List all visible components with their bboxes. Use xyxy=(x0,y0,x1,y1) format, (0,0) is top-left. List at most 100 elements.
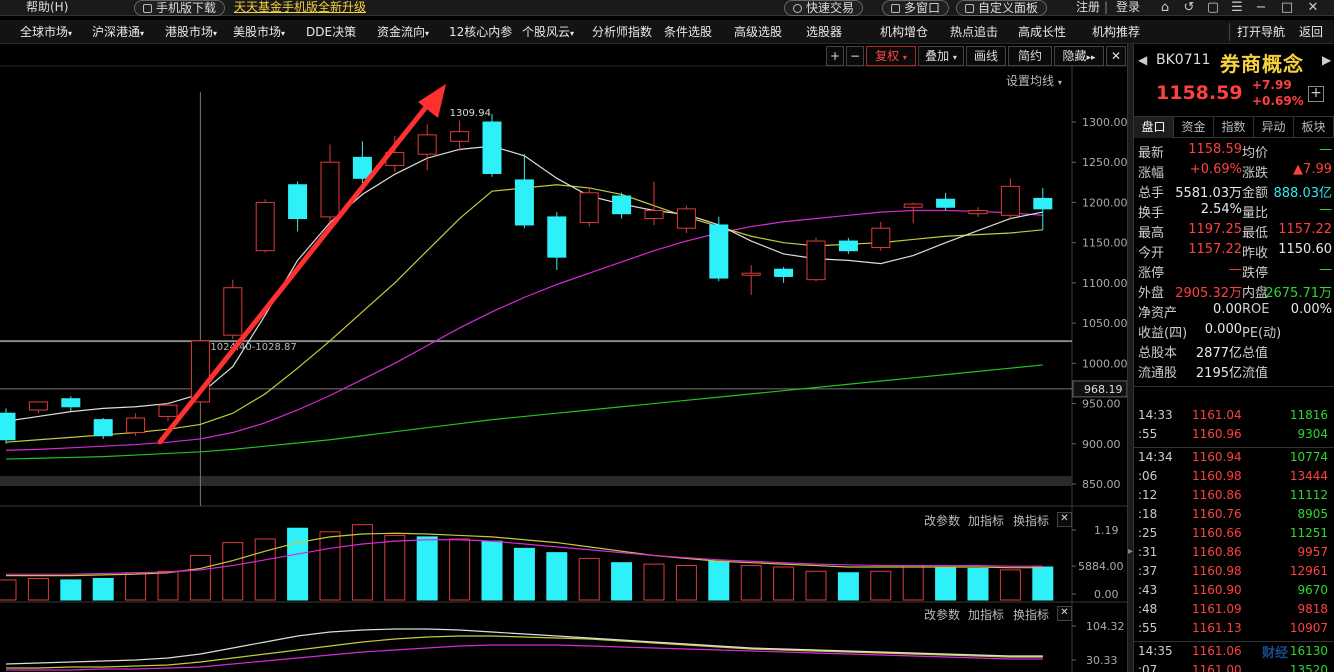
quote-value: 1158.59 xyxy=(1188,142,1242,157)
main-chart[interactable]: 1300.00 1250.00 1200.00 1150.00 1100.00 1050.… xyxy=(0,44,1127,672)
quote-value: 1157.22 xyxy=(1278,222,1332,237)
quote-value: 1150.60 xyxy=(1278,242,1332,257)
chevron-down-icon: ▾ xyxy=(213,29,218,38)
yincang-button[interactable]: 隐藏▸▸ xyxy=(1054,46,1104,66)
nav-item-8[interactable]: 分析师指数 xyxy=(592,24,652,40)
back-icon[interactable]: ↺ xyxy=(1180,0,1198,16)
nav-item-3[interactable]: 美股市场▾ xyxy=(233,24,285,40)
zoom-in-button[interactable]: + xyxy=(826,46,844,66)
nav-item-7[interactable]: 个股风云▾ xyxy=(522,24,574,40)
nav-item-label: 高成长性 xyxy=(1018,25,1067,39)
multi-window-button[interactable]: 多窗口 xyxy=(882,0,950,16)
tick-volume: 11816 xyxy=(1289,408,1328,422)
tick-price: 1161.09 xyxy=(1192,602,1242,616)
nav-item-1[interactable]: 沪深港通▾ xyxy=(92,24,144,40)
maximize-icon[interactable]: □ xyxy=(1278,0,1296,16)
help-menu[interactable]: 帮助(H) xyxy=(26,0,68,16)
quote-value: — xyxy=(1319,142,1332,157)
vol-switch-indicator-button[interactable]: 换指标 xyxy=(1013,512,1049,529)
volume-bar xyxy=(60,579,82,601)
candle-body xyxy=(936,198,956,208)
tab-3[interactable]: 异动 xyxy=(1254,117,1294,138)
vol-change-param-button[interactable]: 改参数 xyxy=(924,512,960,529)
tab-4[interactable]: 板块 xyxy=(1294,117,1334,138)
huaxian-button[interactable]: 画线 xyxy=(966,46,1006,66)
quick-trade-button[interactable]: 快速交易 xyxy=(784,0,864,16)
volume-bar xyxy=(546,552,568,601)
candle-body xyxy=(871,227,891,248)
open-nav-button[interactable]: 打开导航 xyxy=(1237,24,1285,40)
custom-panel-button[interactable]: 自定义面板 xyxy=(956,0,1048,16)
quote-label: 总值 xyxy=(1242,346,1269,361)
ind-change-param-button[interactable]: 改参数 xyxy=(924,606,960,623)
nav-item-9[interactable]: 条件选股 xyxy=(664,24,712,40)
tick-time: :07 xyxy=(1138,663,1158,672)
lock-icon[interactable]: ▢ xyxy=(1204,0,1222,16)
nav-item-13[interactable]: 热点追击 xyxy=(950,24,998,40)
last-price: 1158.59 xyxy=(1156,82,1243,104)
nav-item-15[interactable]: 机构推荐 xyxy=(1092,24,1140,40)
volume-bar xyxy=(254,538,276,601)
tick-row: :07 1161.00 13520 xyxy=(1134,663,1334,672)
mobile-download-button[interactable]: 手机版下载 xyxy=(134,0,226,16)
add-watchlist-button[interactable]: + xyxy=(1308,86,1324,102)
tab-2[interactable]: 指数 xyxy=(1214,117,1254,138)
zoom-out-button[interactable]: − xyxy=(846,46,864,66)
tick-time: 14:33 xyxy=(1138,408,1173,422)
panel-divider[interactable]: ▸ xyxy=(1127,44,1134,672)
menu-icon[interactable]: ☰ xyxy=(1228,0,1246,16)
vol-y-label: 0.00 xyxy=(1094,588,1119,601)
nav-item-11[interactable]: 选股器 xyxy=(806,24,842,40)
nav-item-12[interactable]: 机构增仓 xyxy=(880,24,928,40)
tick-price: 1161.00 xyxy=(1192,663,1242,672)
register-link[interactable]: 注册 xyxy=(1076,0,1100,16)
home-icon[interactable]: ⌂ xyxy=(1156,0,1174,16)
nav-item-14[interactable]: 高成长性 xyxy=(1018,24,1066,40)
ind-switch-indicator-button[interactable]: 换指标 xyxy=(1013,606,1049,623)
next-stock-icon[interactable]: ▶ xyxy=(1322,53,1331,67)
candle-body xyxy=(709,224,729,279)
ind-close-button[interactable]: ✕ xyxy=(1057,606,1072,621)
kline-chart-svg[interactable]: 1300.00 1250.00 1200.00 1150.00 1100.00 1050.… xyxy=(0,44,1127,672)
fuquan-label: 复权 xyxy=(875,49,900,63)
minimize-icon[interactable]: − xyxy=(1252,0,1270,16)
nav-item-6[interactable]: 12核心内参 xyxy=(449,24,512,40)
volume-bar xyxy=(384,534,406,601)
tick-row: :37 1160.98 12961 xyxy=(1134,564,1334,580)
jianyue-button[interactable]: 简约 xyxy=(1008,46,1052,66)
volume-bar xyxy=(125,572,147,601)
nav-item-0[interactable]: 全球市场▾ xyxy=(20,24,72,40)
tab-0[interactable]: 盘口 xyxy=(1134,117,1174,138)
collapse-arrow-icon[interactable]: ▸ xyxy=(1128,546,1133,557)
nav-item-label: 条件选股 xyxy=(664,25,713,39)
settings-ma-link[interactable]: 设置均线 ▾ xyxy=(1006,72,1062,89)
back-button[interactable]: 返回 xyxy=(1299,24,1323,40)
divider-line xyxy=(1134,641,1334,642)
nav-item-2[interactable]: 港股市场▾ xyxy=(165,24,217,40)
ind-add-indicator-button[interactable]: 加指标 xyxy=(968,606,1004,623)
tick-time: :55 xyxy=(1138,621,1158,635)
chevron-down-icon: ▾ xyxy=(902,53,907,62)
login-link[interactable]: 登录 xyxy=(1116,0,1140,16)
candle-body xyxy=(968,209,988,215)
nav-item-5[interactable]: 资金流向▾ xyxy=(377,24,429,40)
chevron-down-icon: ▾ xyxy=(281,29,286,38)
vol-add-indicator-button[interactable]: 加指标 xyxy=(968,512,1004,529)
vol-close-button[interactable]: ✕ xyxy=(1057,512,1072,527)
fuquan-dropdown[interactable]: 复权 ▾ xyxy=(866,46,916,66)
ind-line-white xyxy=(5,628,1043,665)
nav-item-10[interactable]: 高级选股 xyxy=(734,24,782,40)
nav-item-label: 热点追击 xyxy=(950,25,999,39)
diejia-dropdown[interactable]: 叠加 ▾ xyxy=(918,46,964,66)
tick-volume: 9957 xyxy=(1297,545,1328,559)
fund-app-link[interactable]: 天天基金手机版全新升级 xyxy=(234,0,366,16)
close-icon[interactable]: ✕ xyxy=(1304,0,1322,16)
vol-y-label: 5884.00 xyxy=(1078,560,1124,573)
close-panel-button[interactable]: ✕ xyxy=(1106,46,1126,66)
quote-label: 外盘 xyxy=(1138,286,1165,301)
volume-bar xyxy=(740,565,762,601)
prev-stock-icon[interactable]: ◀ xyxy=(1138,53,1147,67)
tab-1[interactable]: 资金 xyxy=(1174,117,1214,138)
candle-body xyxy=(1033,197,1053,210)
nav-item-4[interactable]: DDE决策 xyxy=(306,24,356,40)
